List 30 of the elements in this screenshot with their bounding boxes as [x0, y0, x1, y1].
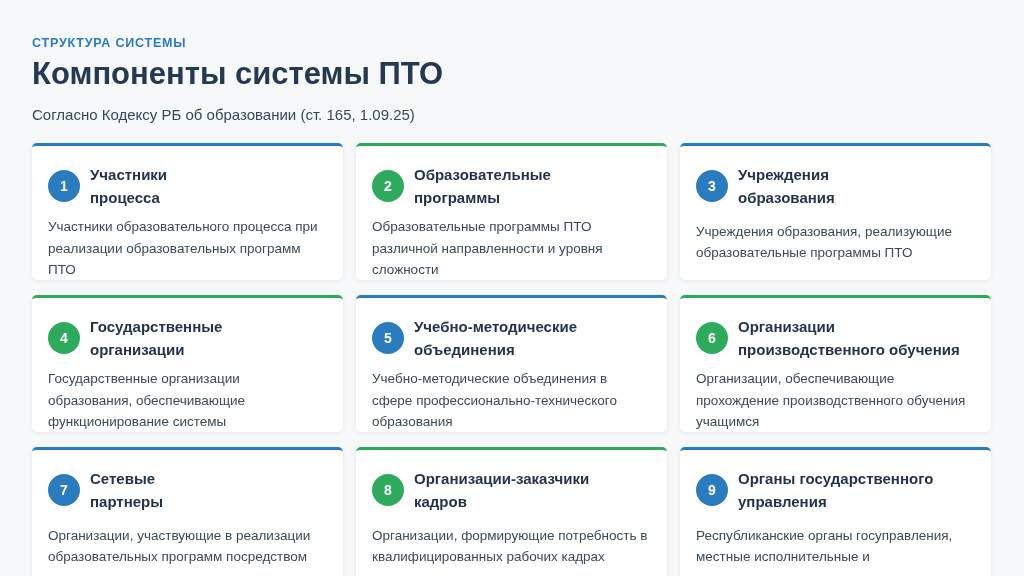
- card-description: Учебно-методические объединения в сфере профессионально-технического образования: [372, 370, 618, 431]
- card-description: Организации, участвующие в реализации образовательных программ посредством: [48, 526, 312, 566]
- card-title: Организации производственного обучения: [738, 317, 960, 360]
- card-title: Сетевые партнеры: [90, 469, 164, 512]
- number-badge: 1: [48, 170, 80, 202]
- card-title: Образовательные программы: [414, 165, 551, 208]
- card-title: Органы государственного управления: [738, 469, 934, 512]
- card-title: Организации-заказчики кадров: [414, 469, 590, 512]
- number-badge: 9: [696, 474, 728, 506]
- number-badge: 7: [48, 474, 80, 506]
- card-description: Государственные организации образования, обеспечивающие функционирование системы: [48, 370, 247, 431]
- number-badge: 5: [372, 322, 404, 354]
- card-description: Участники образовательного процесса при реализации образовательных программ ПТО: [48, 218, 319, 279]
- card-title: Участники процесса: [90, 165, 168, 208]
- card-description: Республиканские органы госуправления, местные исполнительные и: [696, 526, 954, 566]
- number-badge: 4: [48, 322, 80, 354]
- card-description: Учреждения образования, реализующие образовательные программы ПТО: [696, 222, 953, 262]
- number-badge: 2: [372, 170, 404, 202]
- number-badge: 8: [372, 474, 404, 506]
- card-title: Учебно-методические объединения: [414, 317, 578, 360]
- page-title: Компоненты системы ПТО: [32, 56, 445, 92]
- number-badge: 3: [696, 170, 728, 202]
- number-badge: 6: [696, 322, 728, 354]
- page-subtitle: Согласно Кодексу РБ об образовании (ст. 165, 1.09.25): [32, 106, 416, 123]
- card-title: Учреждения образования: [738, 165, 835, 208]
- card-description: Организации, обеспечивающие прохождение производственного обучения учащимся: [696, 370, 967, 431]
- card-title: Государственные организации: [90, 317, 223, 360]
- card-description: Организации, формирующие потребность в квалифицированных рабочих кадрах: [372, 526, 649, 566]
- section-label: СТРУКТУРА СИСТЕМЫ: [32, 36, 188, 50]
- card-description: Образовательные программы ПТО различной направленности и уровня сложности: [372, 218, 604, 279]
